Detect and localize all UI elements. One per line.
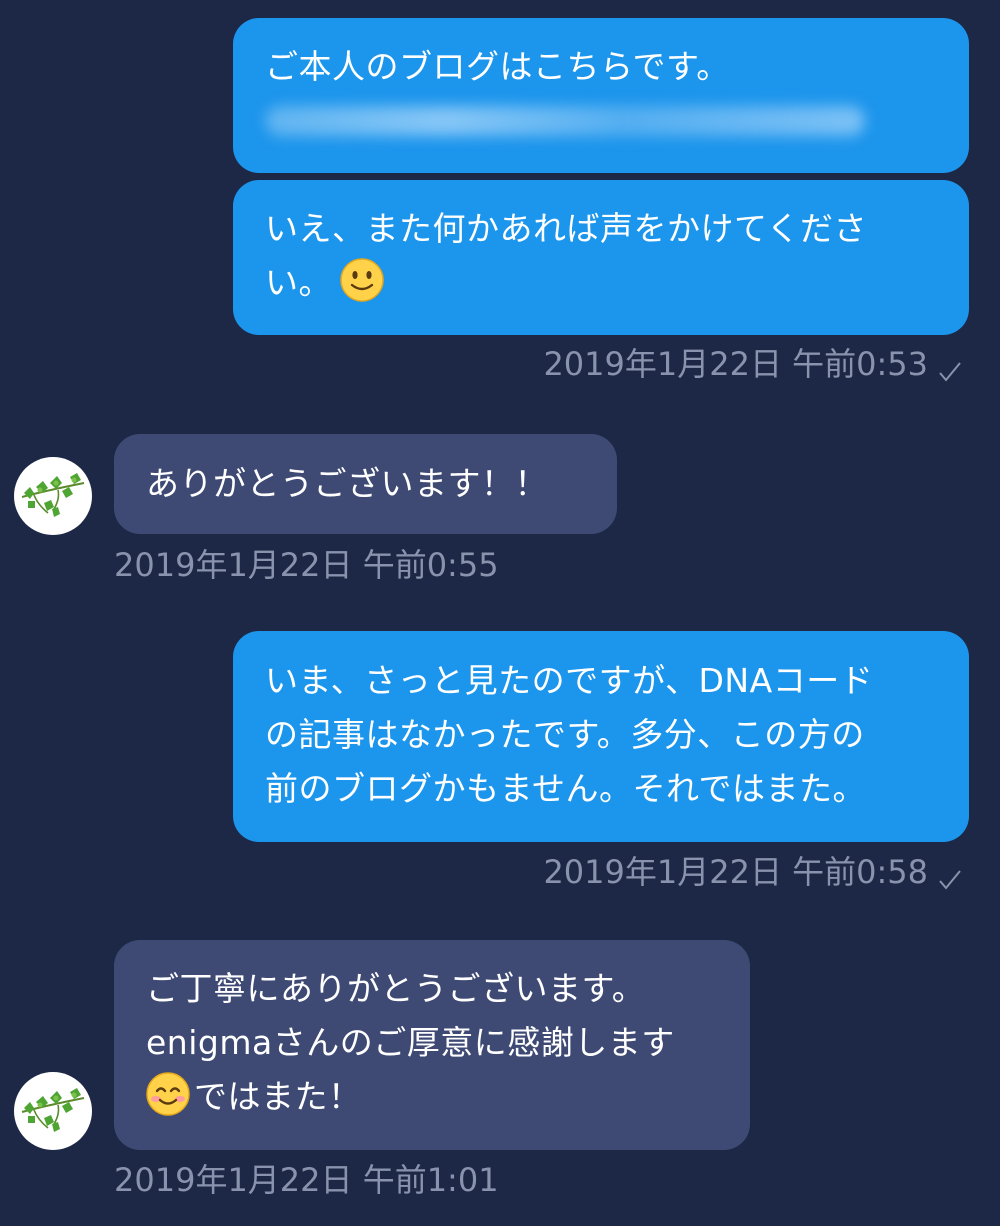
message-timestamp: 2019年1月22日 午前0:53 [543,345,928,383]
smiling-face-with-smiling-eyes-icon [146,1072,190,1116]
message-text-line: い。 [265,256,937,310]
ivy-leaf-avatar-icon [21,1088,85,1132]
read-check-icon [939,870,961,890]
redacted-link[interactable] [265,94,937,148]
message-text-line: ご本人のブログはこちらです。 [265,47,730,86]
message-text-line: enigmaさんのご厚意に感謝します [146,1023,675,1062]
message-timestamp: 2019年1月22日 午前0:55 [114,546,499,584]
message-text-line: ご丁寧にありがとうございます。 [146,969,646,1008]
message-timestamp: 2019年1月22日 午前1:01 [114,1161,499,1199]
message-text-line: ではまた！ [146,1070,718,1124]
contact-avatar[interactable] [14,457,92,535]
contact-avatar[interactable] [14,1072,92,1150]
message-text-line: いま、さっと見たのですが、DNAコード [265,661,874,700]
message-text-line: の記事はなかったです。多分、この方の [265,715,865,754]
read-check-icon [939,362,961,382]
incoming-message-bubble[interactable]: ありがとうございます！！ [114,434,617,534]
outgoing-message-bubble[interactable]: ご本人のブログはこちらです。 [233,18,969,173]
message-text-line: ありがとうございます！！ [146,464,548,503]
incoming-message-bubble[interactable]: ご丁寧にありがとうございます。 enigmaさんのご厚意に感謝します ではまた！ [114,940,750,1150]
message-text-line: 前のブログかもません。それではまた。 [265,769,867,808]
message-timestamp: 2019年1月22日 午前0:58 [543,853,928,891]
message-text-line: いえ、また何かあれば声をかけてくださ [265,209,868,248]
slightly-smiling-face-icon [340,258,384,302]
ivy-leaf-avatar-icon [21,473,85,517]
outgoing-message-bubble[interactable]: いえ、また何かあれば声をかけてくださ い。 [233,180,969,335]
outgoing-message-bubble[interactable]: いま、さっと見たのですが、DNAコード の記事はなかったです。多分、この方の 前… [233,631,969,842]
